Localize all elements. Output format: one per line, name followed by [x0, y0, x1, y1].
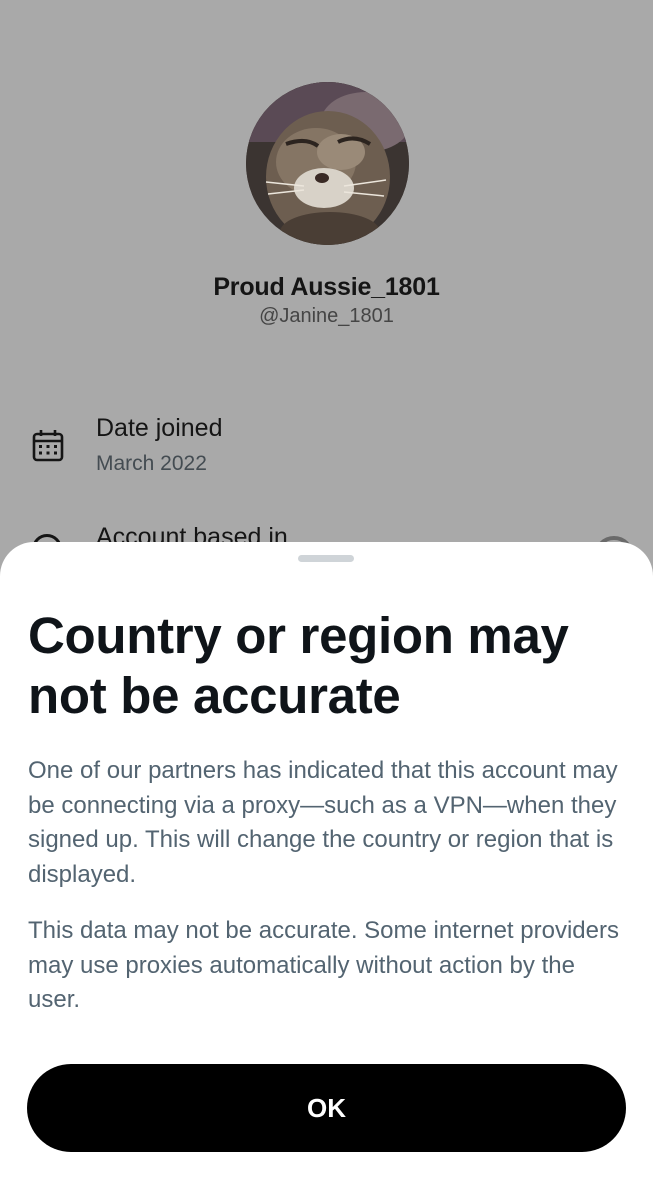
sheet-body-paragraph-2: This data may not be accurate. Some inte…	[28, 917, 619, 1013]
sheet-grabber-handle[interactable]	[298, 555, 354, 562]
sheet-title: Country or region may not be accurate	[28, 607, 569, 724]
date-joined-label: Date joined	[96, 414, 223, 442]
avatar[interactable]	[246, 82, 409, 245]
cat-photo-avatar	[246, 82, 409, 245]
date-joined-value: March 2022	[96, 452, 207, 475]
bottom-sheet: Country or region may not be accurate On…	[0, 542, 653, 1200]
calendar-icon	[32, 430, 64, 462]
user-handle: @Janine_1801	[259, 305, 394, 327]
display-name: Proud Aussie_1801	[213, 273, 440, 301]
ok-button[interactable]: OK	[27, 1064, 626, 1152]
sheet-body-paragraph-1: One of our partners has indicated that t…	[28, 757, 618, 888]
